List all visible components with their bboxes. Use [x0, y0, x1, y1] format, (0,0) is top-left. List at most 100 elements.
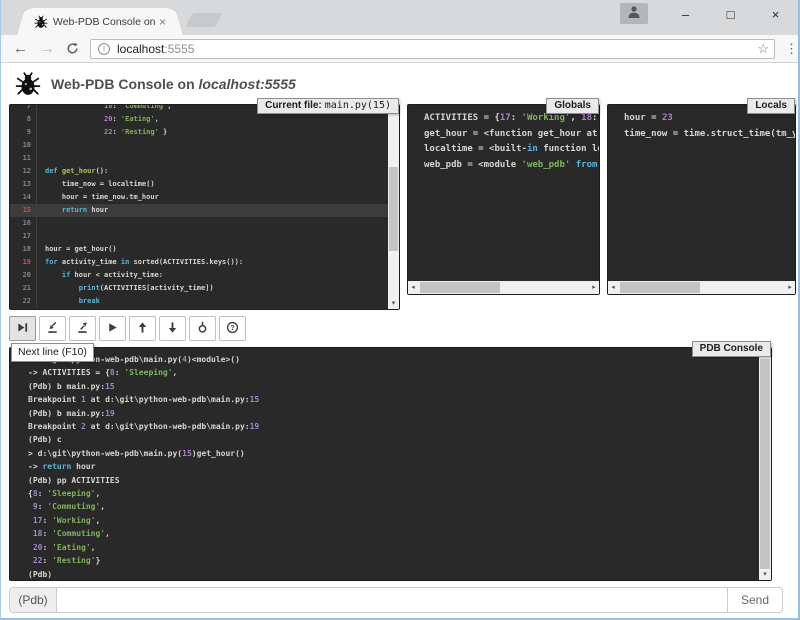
globals-label: Globals — [546, 98, 599, 114]
code-line: 12def get_hour(): — [10, 165, 388, 178]
scroll-right-icon[interactable]: ▸ — [589, 281, 599, 294]
variable-line: localtime = <built-in function localtime… — [416, 142, 599, 158]
tooltip: Next line (F10) — [11, 343, 94, 362]
browser-titlebar: Web-PDB Console on lo × – □ × — [1, 0, 798, 35]
variable-line: get_hour = <function get_hour at 0x00000… — [416, 127, 599, 143]
console-line: 22: 'Resting'} — [20, 554, 259, 567]
console-line: 20: 'Eating', — [20, 541, 259, 554]
pdb-command-input[interactable] — [56, 587, 728, 613]
next-line-button[interactable] — [9, 316, 36, 341]
line-number: 16 — [10, 217, 37, 230]
browser-window: Web-PDB Console on lo × – □ × ← → i loca… — [1, 0, 798, 618]
arrow-down-icon — [166, 321, 179, 337]
current-file-panel: Current file:main.py(15) 7 18: 'Commutin… — [9, 104, 400, 310]
scroll-down-icon[interactable]: ▾ — [759, 570, 771, 580]
code-line: 20 if hour < activity_time: — [10, 269, 388, 282]
maximize-button[interactable]: □ — [708, 7, 753, 22]
console-line: {8: 'Sleeping', — [20, 487, 259, 500]
pdb-console-panel: PDB Console > d:\git\python-web-pdb\main… — [9, 347, 772, 581]
forward-icon: → — [40, 41, 55, 56]
bug-favicon-icon — [34, 15, 48, 29]
continue-button[interactable] — [99, 316, 126, 341]
current-position-button[interactable] — [189, 316, 216, 341]
step-into-icon — [46, 321, 59, 337]
code-line: 9 22: 'Resting' } — [10, 126, 388, 139]
next-line-icon — [16, 321, 29, 337]
pdb-console-label: PDB Console — [692, 341, 771, 357]
console-line: (Pdb) b main.py:15 — [20, 380, 259, 393]
console-line: -> ACTIVITIES = {8: 'Sleeping', — [20, 366, 259, 379]
step-out-button[interactable] — [69, 316, 96, 341]
code-line: 17 — [10, 230, 388, 243]
close-button[interactable]: × — [753, 7, 798, 22]
browser-toolbar: ← → i localhost:5555 ☆ ⋮ — [1, 35, 798, 63]
browser-menu-icon[interactable]: ⋮ — [785, 41, 798, 57]
minimize-button[interactable]: – — [663, 7, 708, 22]
scroll-thumb[interactable] — [620, 282, 700, 293]
console-line: Breakpoint 2 at d:\git\python-web-pdb\ma… — [20, 420, 259, 433]
page-info-icon[interactable]: i — [98, 43, 110, 55]
console-line: Breakpoint 1 at d:\git\python-web-pdb\ma… — [20, 393, 259, 406]
current-position-icon — [196, 321, 209, 337]
help-button[interactable]: ? — [219, 316, 246, 341]
locals-scrollbar[interactable]: ◂ ▸ — [608, 281, 795, 294]
line-number: 14 — [10, 191, 37, 204]
tab-title: Web-PDB Console on lo — [53, 16, 156, 28]
scroll-right-icon[interactable]: ▸ — [785, 281, 795, 294]
arrow-up-icon — [136, 321, 149, 337]
globals-scrollbar[interactable]: ◂ ▸ — [408, 281, 599, 294]
locals-label: Locals — [747, 98, 795, 114]
stack-up-button[interactable] — [129, 316, 156, 341]
code-line: 14 hour = time_now.tm_hour — [10, 191, 388, 204]
code-line: 16 — [10, 217, 388, 230]
url-text: localhost:5555 — [117, 42, 194, 56]
back-icon[interactable]: ← — [13, 41, 28, 56]
console-line: > d:\git\python-web-pdb\main.py(15)get_h… — [20, 447, 259, 460]
profile-button[interactable] — [620, 3, 648, 24]
scroll-down-icon[interactable]: ▾ — [388, 299, 399, 309]
scroll-left-icon[interactable]: ◂ — [608, 281, 618, 294]
code-line: 10 — [10, 139, 388, 152]
scroll-thumb[interactable] — [420, 282, 500, 293]
code-line: 8 20: 'Eating', — [10, 113, 388, 126]
variable-line: time_now = time.struct_time(tm_year=2017… — [616, 127, 795, 143]
source-scrollbar[interactable]: ▴ ▾ — [388, 105, 399, 309]
step-out-icon — [76, 321, 89, 337]
console-line: 18: 'Commuting', — [20, 527, 259, 540]
console-line: 9: 'Commuting', — [20, 500, 259, 513]
person-icon — [627, 5, 641, 23]
line-number: 8 — [10, 113, 37, 126]
send-button[interactable]: Send — [728, 587, 783, 613]
scroll-thumb[interactable] — [389, 167, 398, 251]
pdb-prompt-label: (Pdb) — [9, 587, 56, 613]
console-line: (Pdb) c — [20, 433, 259, 446]
tab-close-icon[interactable]: × — [156, 16, 169, 28]
console-content: > d:\git\python-web-pdb\main.py(4)<modul… — [20, 353, 259, 580]
stack-down-button[interactable] — [159, 316, 186, 341]
page-title: Web-PDB Console on localhost:5555 — [51, 76, 296, 92]
code-line: 13 time_now = localtime() — [10, 178, 388, 191]
source-code: 7 18: 'Commuting',8 20: 'Eating',9 22: '… — [10, 105, 388, 308]
scroll-thumb[interactable] — [760, 359, 770, 569]
new-tab-button[interactable] — [185, 13, 222, 27]
reload-icon[interactable] — [66, 42, 79, 55]
command-input-bar: (Pdb) Send — [9, 587, 783, 613]
help-icon: ? — [226, 321, 239, 337]
line-number: 15 — [10, 204, 37, 217]
console-line: (Pdb) pp ACTIVITIES — [20, 474, 259, 487]
address-bar[interactable]: i localhost:5555 ☆ — [90, 39, 775, 59]
console-scrollbar[interactable]: ▴ ▾ — [759, 348, 771, 580]
browser-tab[interactable]: Web-PDB Console on lo × — [27, 8, 173, 35]
line-number: 19 — [10, 256, 37, 269]
line-number: 7 — [10, 105, 37, 113]
current-file-label: Current file:main.py(15) — [257, 98, 399, 114]
bookmark-star-icon[interactable]: ☆ — [757, 41, 769, 57]
scroll-left-icon[interactable]: ◂ — [408, 281, 418, 294]
svg-text:?: ? — [230, 323, 235, 332]
code-line: 15 return hour — [10, 204, 388, 217]
line-number: 9 — [10, 126, 37, 139]
step-into-button[interactable] — [39, 316, 66, 341]
line-number: 22 — [10, 295, 37, 308]
line-number: 20 — [10, 269, 37, 282]
line-number: 12 — [10, 165, 37, 178]
